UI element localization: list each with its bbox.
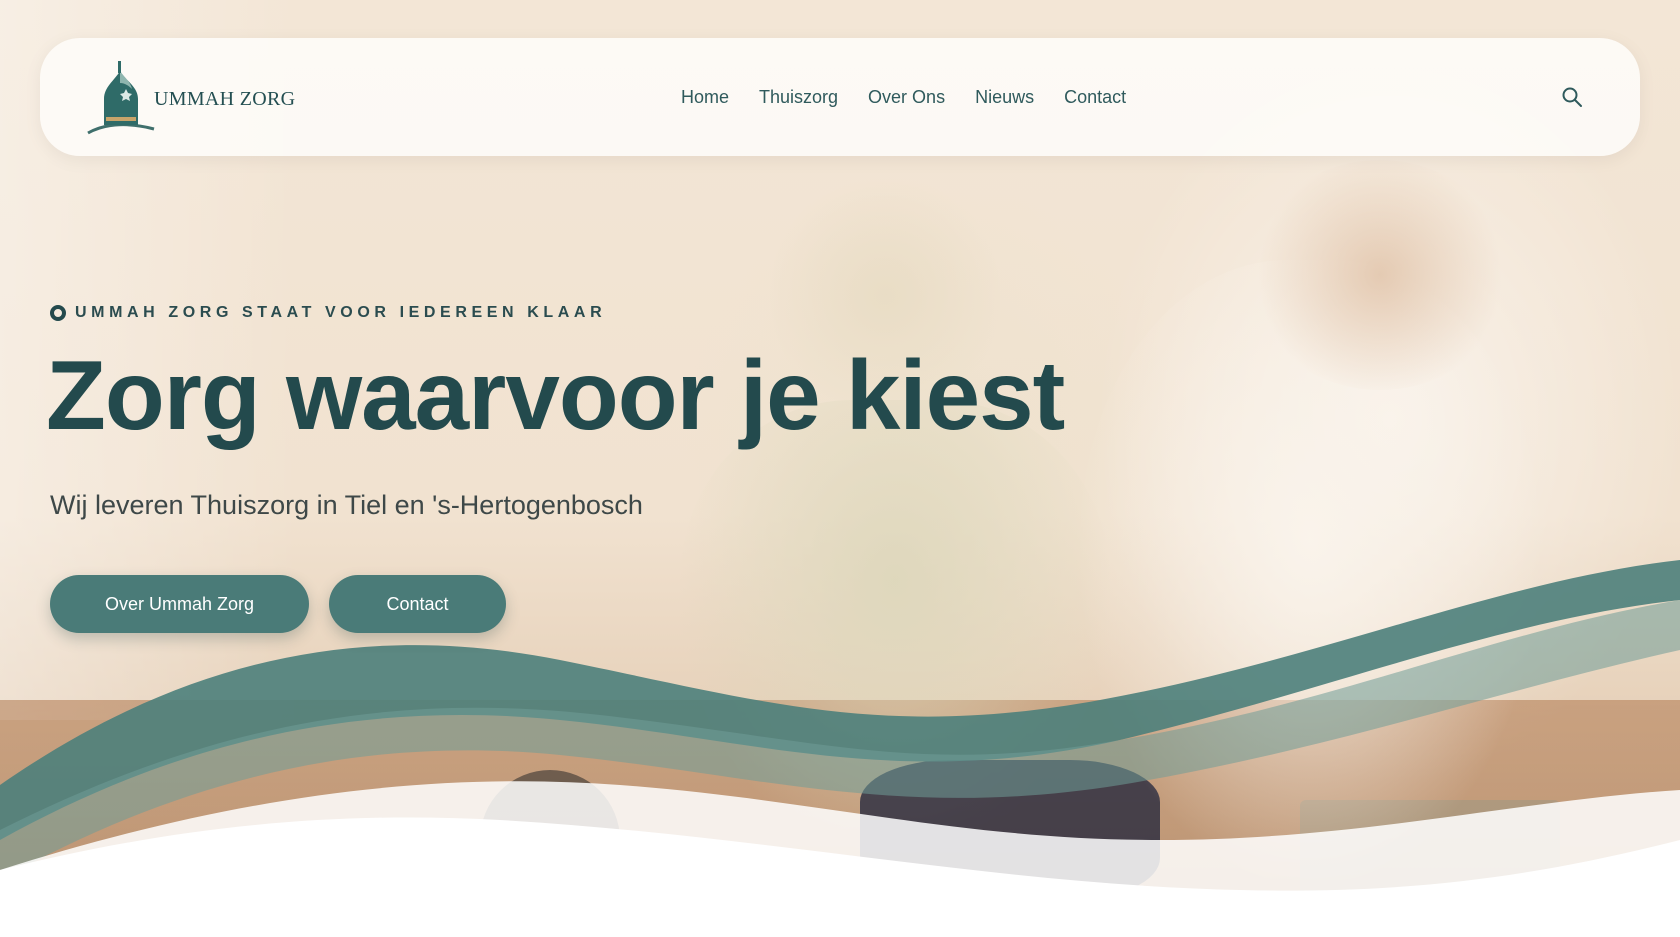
- hero-headline: Zorg waarvoor je kiest: [46, 340, 1065, 450]
- logo[interactable]: UMMAH ZORG: [84, 54, 295, 140]
- nav-link-contact[interactable]: Contact: [1064, 87, 1126, 108]
- nav-link-nieuws[interactable]: Nieuws: [975, 87, 1034, 108]
- nav-link-thuiszorg[interactable]: Thuiszorg: [759, 87, 838, 108]
- hero-photo-caregiver-head: [1250, 160, 1510, 390]
- main-navigation: Home Thuiszorg Over Ons Nieuws Contact: [681, 38, 1126, 156]
- contact-button[interactable]: Contact: [329, 575, 506, 633]
- logo-text: UMMAH ZORG: [154, 87, 296, 110]
- nav-link-home[interactable]: Home: [681, 87, 729, 108]
- mosque-logo-icon: [87, 61, 155, 135]
- navbar: UMMAH ZORG Home Thuiszorg Over Ons Nieuw…: [40, 38, 1640, 156]
- ring-bullet-icon: [50, 305, 66, 321]
- hero-eyebrow: UMMAH ZORG STAAT VOOR IEDEREEN KLAAR: [50, 304, 606, 322]
- about-button[interactable]: Over Ummah Zorg: [50, 575, 309, 633]
- nav-link-over-ons[interactable]: Over Ons: [868, 87, 945, 108]
- hero-subtitle: Wij leveren Thuiszorg in Tiel en 's-Hert…: [50, 490, 643, 520]
- search-icon[interactable]: [1560, 85, 1584, 109]
- hero-eyebrow-text: UMMAH ZORG STAAT VOOR IEDEREEN KLAAR: [75, 304, 607, 321]
